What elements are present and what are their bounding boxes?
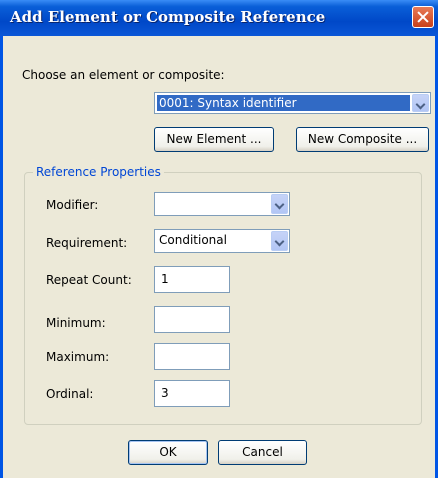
new-composite-button[interactable]: New Composite ... (296, 127, 429, 152)
modifier-select-value (157, 195, 269, 213)
ordinal-label: Ordinal: (46, 387, 94, 401)
chevron-down-icon[interactable] (412, 94, 429, 112)
close-icon[interactable] (412, 6, 434, 28)
modifier-label: Modifier: (46, 198, 99, 212)
new-element-button[interactable]: New Element ... (154, 127, 274, 152)
element-select-value: 0001: Syntax identifier (157, 95, 410, 111)
repeat-count-field[interactable]: 1 (154, 266, 230, 293)
dialog-window: Add Element or Composite Reference Choos… (0, 0, 438, 478)
cancel-label: Cancel (242, 445, 283, 459)
requirement-label: Requirement: (46, 236, 128, 250)
new-composite-label: New Composite ... (307, 132, 418, 146)
element-select[interactable]: 0001: Syntax identifier (154, 92, 431, 114)
minimum-label: Minimum: (46, 316, 106, 330)
modifier-select[interactable] (154, 192, 290, 216)
window-frame-left (0, 36, 3, 478)
chevron-down-icon[interactable] (271, 194, 288, 214)
chevron-down-icon[interactable] (271, 231, 288, 251)
maximum-label: Maximum: (46, 350, 110, 364)
ordinal-field[interactable]: 3 (154, 380, 230, 407)
repeat-count-label: Repeat Count: (46, 273, 132, 287)
requirement-select[interactable]: Conditional (154, 229, 290, 253)
maximum-field[interactable] (154, 343, 230, 370)
cancel-button[interactable]: Cancel (218, 440, 307, 465)
choose-label: Choose an element or composite: (22, 68, 225, 82)
window-title: Add Element or Composite Reference (10, 8, 326, 26)
requirement-select-value: Conditional (159, 233, 227, 247)
new-element-label: New Element ... (166, 132, 262, 146)
reference-properties-legend: Reference Properties (33, 165, 164, 179)
ok-label: OK (159, 445, 177, 459)
minimum-field[interactable] (154, 306, 230, 333)
title-bar[interactable]: Add Element or Composite Reference (0, 0, 438, 36)
ok-button[interactable]: OK (128, 440, 208, 465)
